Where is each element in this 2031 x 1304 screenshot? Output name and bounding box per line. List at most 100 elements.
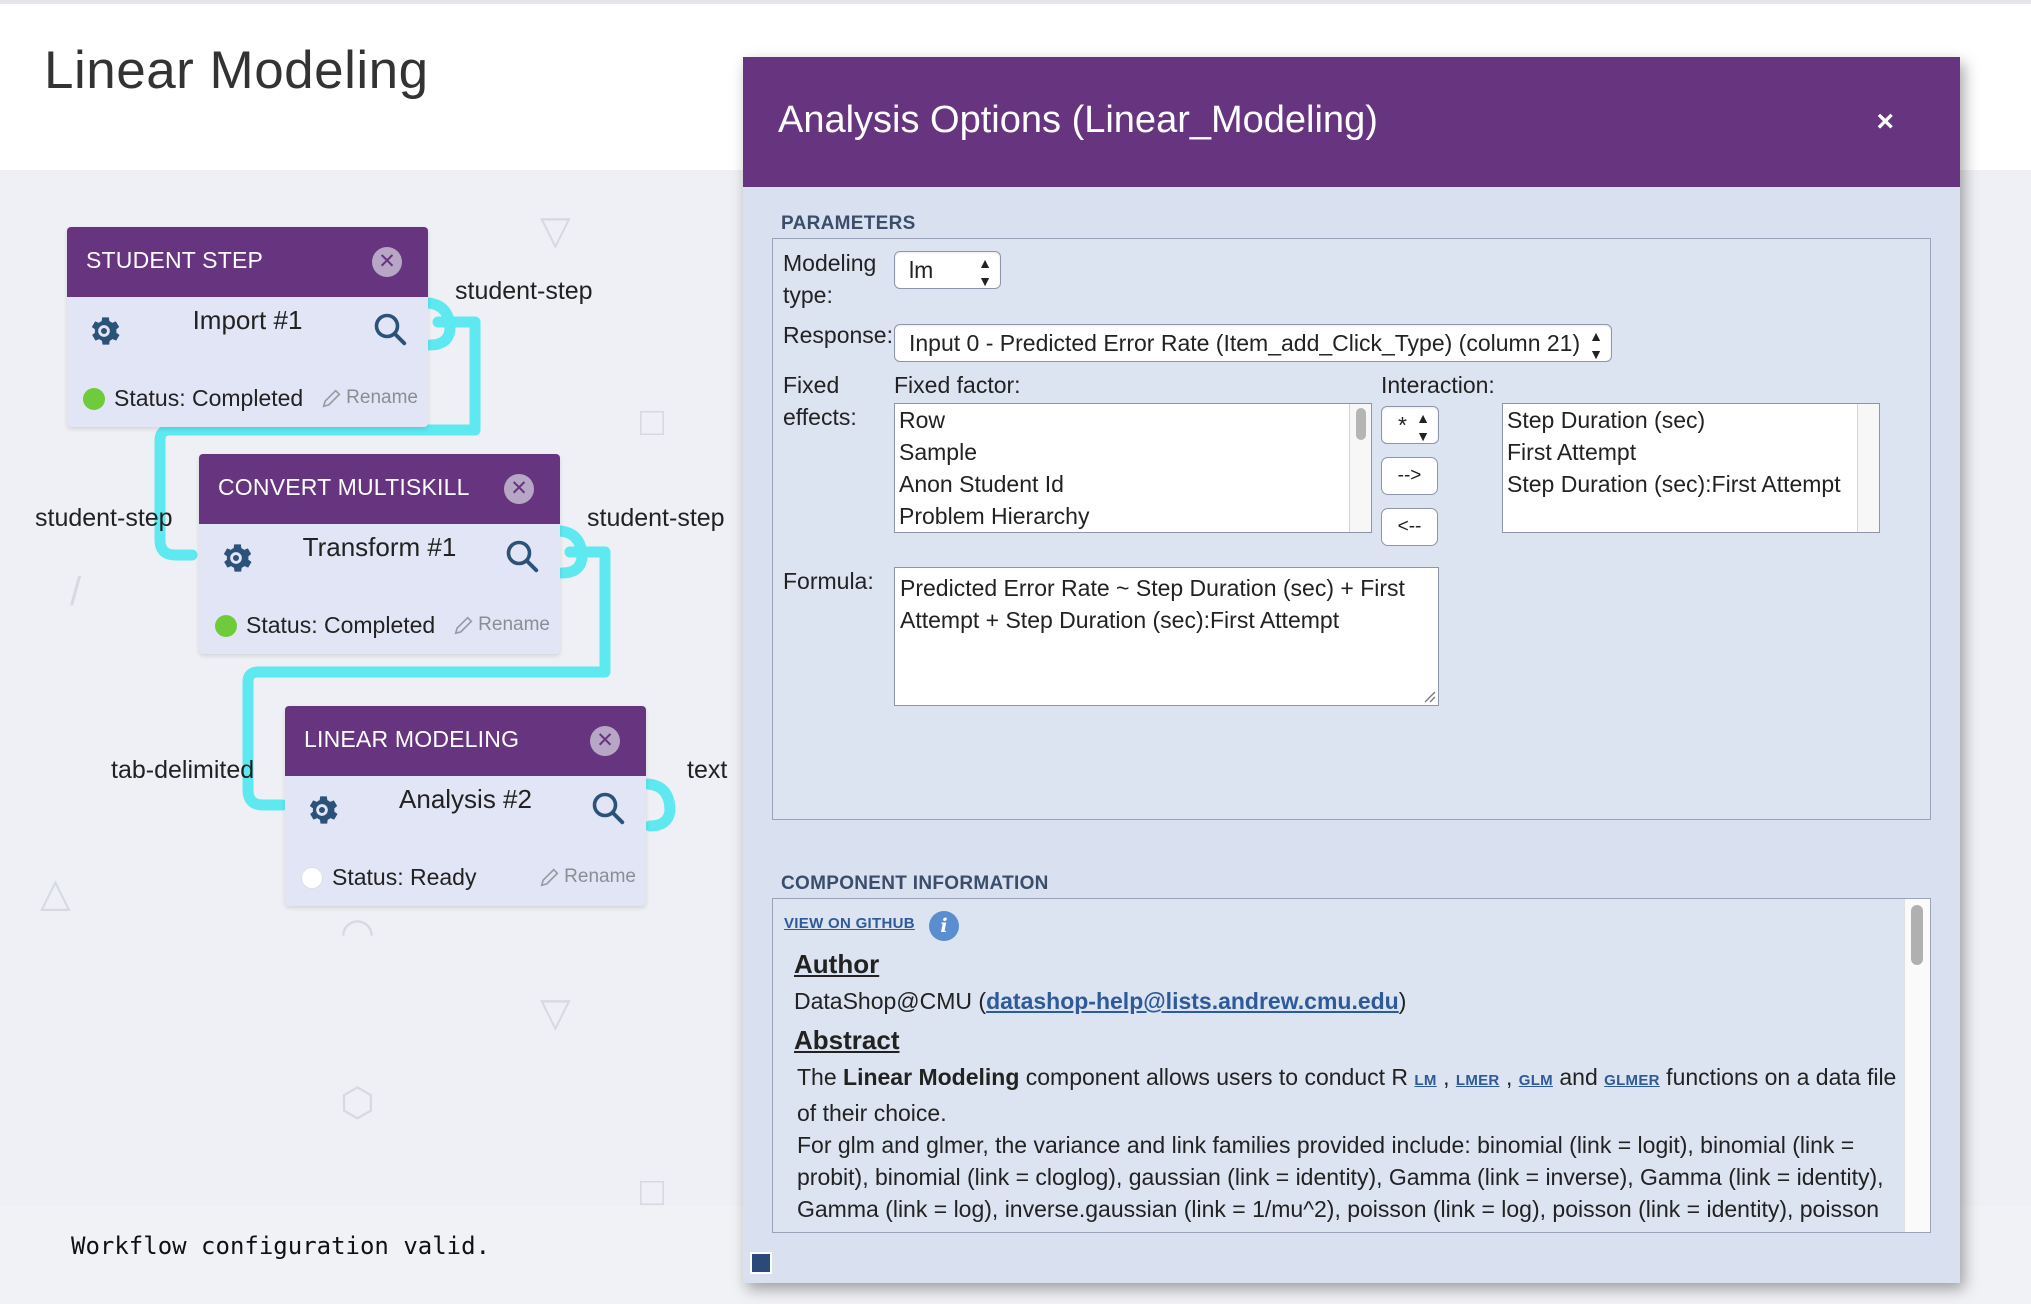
decor-square-icon: □ [640,1170,665,1206]
formula-line: Attempt + Step Duration (sec):First Atte… [900,607,1340,633]
node-header[interactable]: STUDENT STEP ✕ [67,227,428,297]
list-item[interactable]: Sample [899,436,1371,468]
node-type-label: CONVERT MULTISKILL [218,474,470,500]
list-item[interactable]: First Attempt [1507,436,1879,468]
fixed-effects-label: Fixed [783,372,840,398]
search-icon[interactable] [372,311,408,347]
modeling-type-label-2: type: [783,282,833,308]
pencil-icon [540,868,559,887]
rename-button[interactable]: Rename [539,866,636,888]
scrollbar[interactable] [1904,899,1930,1232]
author-close-paren: ) [1398,988,1407,1014]
rename-label: Rename [346,387,418,408]
rename-button[interactable]: Rename [321,387,418,409]
list-item[interactable]: Problem Hierarchy [899,500,1371,532]
node-status: Status: Completed [215,612,435,639]
decor-hexagon-icon: ⬡ [340,1081,375,1125]
component-information-panel[interactable]: VIEW ON GITHUB i Author DataShop@CMU (da… [772,898,1931,1233]
fixed-factor-label: Fixed factor: [894,372,1021,398]
node-student-step[interactable]: STUDENT STEP ✕ Import #1 Status: Complet… [67,227,428,427]
separator: , [1499,1064,1519,1090]
close-icon[interactable]: × [1876,105,1894,139]
abstract-text-pre: The [797,1064,844,1090]
lmer-link[interactable]: LMER [1456,1072,1500,1089]
close-icon[interactable]: ✕ [504,474,534,504]
fixed-factor-list[interactable]: Row Sample Anon Student Id Problem Hiera… [894,403,1372,533]
modeling-type-label: Modeling [783,250,877,276]
abstract-text: The Linear Modeling component allows use… [797,1061,1897,1232]
separator: and [1552,1064,1605,1090]
author-email-link[interactable]: datashop-help@lists.andrew.cmu.edu [986,988,1399,1014]
abstract-heading: Abstract [794,1025,900,1055]
resize-grip-icon[interactable] [1422,689,1436,703]
parameters-label: PARAMETERS [781,213,916,234]
port-label-analysis-input: tab-delimited [111,756,255,784]
pencil-icon [322,389,341,408]
node-linear-modeling[interactable]: LINEAR MODELING ✕ Analysis #2 Status: Re… [285,706,646,906]
abstract-paragraph: For glm and glmer, the variance and link… [797,1132,1884,1232]
port-label-analysis-output: text [687,756,728,784]
formula-textarea[interactable]: Predicted Error Rate ~ Step Duration (se… [894,567,1439,706]
interaction-list[interactable]: Step Duration (sec) First Attempt Step D… [1502,403,1880,533]
dialog-header[interactable]: Analysis Options (Linear_Modeling) × [743,57,1960,187]
port-label-transform-input: student-step [35,504,173,532]
author-name: DataShop@CMU ( [794,988,987,1014]
analysis-options-dialog[interactable]: Analysis Options (Linear_Modeling) × PAR… [743,57,1960,1283]
interaction-operator-value: * [1398,412,1407,438]
separator: , [1436,1064,1456,1090]
select-arrows-icon: ▲ ▼ [1416,410,1430,444]
search-icon[interactable] [590,790,626,826]
view-on-github-link[interactable]: VIEW ON GITHUB [784,915,915,932]
modeling-type-select[interactable]: lm ▲ ▼ [894,251,1001,289]
interaction-label: Interaction: [1381,372,1495,398]
interaction-operator-select[interactable]: * ▲ ▼ [1381,406,1439,444]
list-item[interactable]: Anon Student Id [899,468,1371,500]
port-label-transform-output: student-step [587,504,725,532]
scrollbar[interactable] [1857,404,1879,532]
scrollbar[interactable] [1349,404,1371,532]
scrollbar-thumb[interactable] [1356,408,1366,440]
response-select[interactable]: Input 0 - Predicted Error Rate (Item_add… [894,324,1612,362]
node-type-label: STUDENT STEP [86,247,264,273]
info-icon[interactable]: i [929,911,959,941]
component-name: Linear Modeling [843,1064,1020,1090]
node-header[interactable]: CONVERT MULTISKILL ✕ [199,454,560,524]
list-item[interactable]: Step Duration (sec):First Attempt [1507,468,1879,500]
status-dot [215,614,237,637]
rename-label: Rename [478,614,550,635]
author-text: DataShop@CMU (datashop-help@lists.andrew… [794,985,1406,1017]
decor-triangle-icon: ▽ [540,991,571,1035]
list-item[interactable]: Step Duration (sec) [1507,404,1879,436]
lm-link[interactable]: LM [1414,1072,1436,1089]
close-icon[interactable]: ✕ [372,247,402,277]
rename-button[interactable]: Rename [453,614,550,636]
formula-line: Predicted Error Rate ~ Step Duration (se… [900,575,1405,601]
status-dot [83,387,105,410]
select-arrows-icon: ▲ ▼ [1589,328,1603,362]
node-convert-multiskill[interactable]: CONVERT MULTISKILL ✕ Transform #1 Status… [199,454,560,654]
status-text: Status: Completed [246,612,436,638]
scrollbar-thumb[interactable] [1911,905,1923,965]
glm-link[interactable]: GLM [1519,1072,1553,1089]
node-header[interactable]: LINEAR MODELING ✕ [285,706,646,776]
author-heading: Author [794,949,880,979]
close-icon[interactable]: ✕ [590,726,620,756]
component-information-label: COMPONENT INFORMATION [781,873,1049,894]
select-arrows-icon: ▲ ▼ [978,255,992,289]
search-icon[interactable] [504,538,540,574]
rename-label: Rename [564,866,636,887]
fixed-effects-label-2: effects: [783,404,857,430]
node-type-label: LINEAR MODELING [304,726,520,752]
resize-handle-icon[interactable] [750,1252,772,1274]
list-item[interactable]: Row [899,404,1371,436]
modeling-type-value: lm [909,257,934,283]
remove-term-button[interactable]: <-- [1381,508,1438,546]
pencil-icon [454,616,473,635]
parameters-panel: Modeling type: lm ▲ ▼ Response: Input 0 -… [772,238,1931,820]
response-value: Input 0 - Predicted Error Rate (Item_add… [909,330,1581,356]
abstract-text-mid: component allows users to conduct R [1019,1064,1415,1090]
glmer-link[interactable]: GLMER [1604,1072,1660,1089]
add-term-button[interactable]: --> [1381,457,1438,495]
status-dot [301,866,323,889]
response-label: Response: [783,322,893,348]
